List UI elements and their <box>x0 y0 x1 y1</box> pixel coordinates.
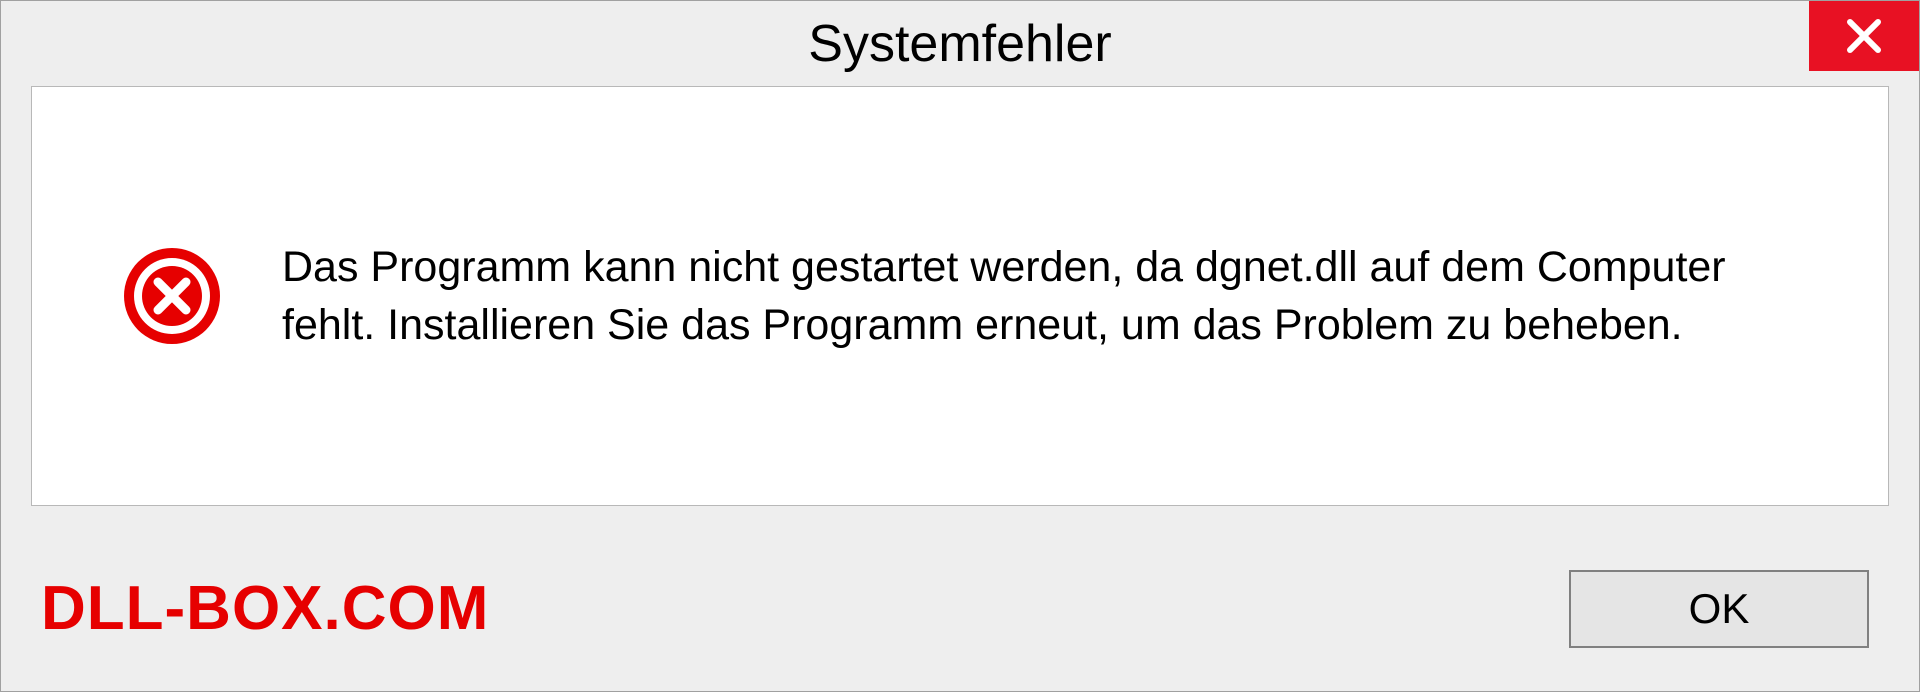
error-icon <box>122 246 222 346</box>
dialog-title: Systemfehler <box>808 14 1111 74</box>
dialog-footer: DLL-BOX.COM OK <box>1 526 1919 691</box>
close-button[interactable] <box>1809 1 1919 71</box>
close-icon <box>1844 16 1884 56</box>
titlebar: Systemfehler <box>1 1 1919 86</box>
content-panel: Das Programm kann nicht gestartet werden… <box>31 86 1889 506</box>
error-message: Das Programm kann nicht gestartet werden… <box>282 238 1828 354</box>
ok-button-label: OK <box>1689 585 1750 633</box>
ok-button[interactable]: OK <box>1569 570 1869 648</box>
watermark-text: DLL-BOX.COM <box>41 573 489 644</box>
error-dialog: Systemfehler Das Programm kann nicht ges… <box>0 0 1920 692</box>
